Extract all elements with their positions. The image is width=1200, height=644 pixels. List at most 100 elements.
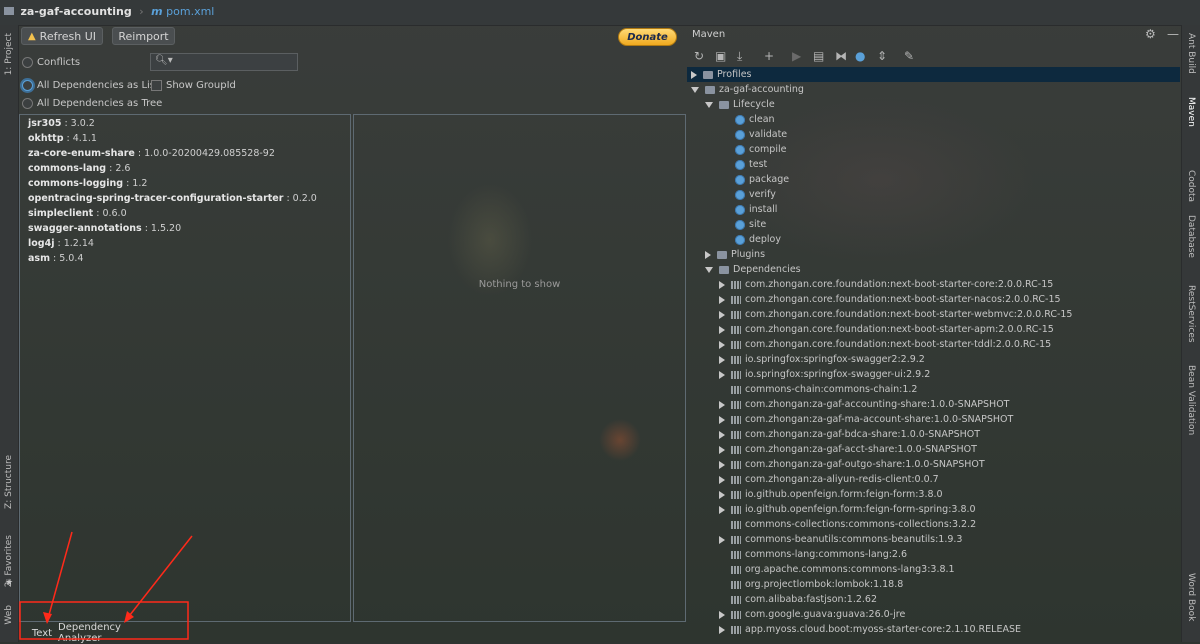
collapsed-arrow-icon[interactable] [719, 340, 725, 349]
collapsed-arrow-icon[interactable] [719, 625, 725, 634]
tree-dependency-item[interactable]: io.springfox:springfox-swagger-ui:2.9.2 [719, 367, 930, 382]
collapsed-arrow-icon[interactable] [719, 505, 725, 514]
tree-dependency-item[interactable]: com.zhongan:za-gaf-accounting-share:1.0.… [719, 397, 1009, 412]
collapsed-arrow-icon[interactable] [719, 445, 725, 454]
tree-dependency-item[interactable]: com.zhongan.core.foundation:next-boot-st… [719, 307, 1072, 322]
tool-word-book[interactable]: Word Book [1186, 573, 1196, 621]
tree-profiles[interactable]: Profiles [691, 67, 752, 82]
library-icon [731, 385, 741, 394]
tree-node-label: clean [749, 114, 775, 125]
tree-node-label: org.projectlombok:lombok:1.18.8 [745, 579, 904, 590]
tree-dependency-item[interactable]: com.zhongan:za-gaf-acct-share:1.0.0-SNAP… [719, 442, 977, 457]
tool-rest-services[interactable]: RestServices [1186, 285, 1196, 343]
folder-icon [719, 265, 729, 274]
collapsed-arrow-icon[interactable] [719, 415, 725, 424]
wrench-icon[interactable]: ✎ [904, 49, 914, 63]
collapsed-arrow-icon[interactable] [719, 400, 725, 409]
collapsed-arrow-icon[interactable] [719, 430, 725, 439]
library-icon [731, 460, 741, 469]
download-icon[interactable]: ⤓ [737, 49, 742, 64]
tool-database[interactable]: Database [1186, 215, 1196, 258]
library-icon [731, 415, 741, 424]
tree-dependency-item[interactable]: com.zhongan.core.foundation:next-boot-st… [719, 277, 1053, 292]
tree-phase-compile[interactable]: compile [723, 142, 786, 157]
reload-icon[interactable]: ↻ [694, 49, 704, 63]
tree-phase-deploy[interactable]: deploy [723, 232, 781, 247]
collapse-icon[interactable]: ⇕ [877, 49, 887, 63]
library-icon [731, 520, 741, 529]
expanded-arrow-icon[interactable] [705, 266, 713, 273]
tree-node-label: commons-collections:commons-collections:… [745, 519, 977, 530]
tree-dependency-item[interactable]: io.github.openfeign.form:feign-form-spri… [719, 502, 976, 517]
tree-dependency-item[interactable]: commons-chain:commons-chain:1.2 [719, 382, 917, 397]
collapsed-arrow-icon[interactable] [719, 535, 725, 544]
tool-codota[interactable]: Codota [1186, 170, 1196, 202]
tool-maven[interactable]: Maven [1186, 97, 1196, 127]
tree-dependencies[interactable]: Dependencies [705, 262, 801, 277]
collapsed-arrow-icon[interactable] [719, 325, 725, 334]
tree-node-label: test [749, 159, 768, 170]
plus-icon[interactable]: + [764, 49, 774, 63]
toggle-offline-icon[interactable]: ⧓ [835, 49, 847, 63]
annotation-arrow-2 [125, 535, 193, 621]
tree-dependency-item[interactable]: com.zhongan.core.foundation:next-boot-st… [719, 322, 1054, 337]
tree-phase-clean[interactable]: clean [723, 112, 775, 127]
tree-phase-site[interactable]: site [723, 217, 766, 232]
tree-dependency-item[interactable]: commons-lang:commons-lang:2.6 [719, 547, 907, 562]
expanded-arrow-icon[interactable] [691, 86, 699, 93]
tree-phase-test[interactable]: test [723, 157, 767, 172]
tree-dependency-item[interactable]: commons-collections:commons-collections:… [719, 517, 976, 532]
collapsed-arrow-icon[interactable] [719, 490, 725, 499]
tree-dependency-item[interactable]: org.apache.commons:commons-lang3:3.8.1 [719, 562, 955, 577]
tree-node-label: deploy [749, 234, 781, 245]
tree-dependency-item[interactable]: com.zhongan.core.foundation:next-boot-st… [719, 292, 1061, 307]
tree-node-label: commons-beanutils:commons-beanutils:1.9.… [745, 534, 963, 545]
tree-node-label: io.github.openfeign.form:feign-form-spri… [745, 504, 976, 515]
tree-dependency-item[interactable]: com.zhongan:za-gaf-ma-account-share:1.0.… [719, 412, 1013, 427]
tree-node-label: com.zhongan.core.foundation:next-boot-st… [745, 324, 1054, 335]
add-folder-icon[interactable]: ▣ [715, 49, 726, 63]
tree-dependency-item[interactable]: commons-beanutils:commons-beanutils:1.9.… [719, 532, 962, 547]
collapsed-arrow-icon[interactable] [719, 355, 725, 364]
maven-tree[interactable]: Profiles za-gaf-accounting Lifecycle clean v… [687, 67, 1180, 642]
collapsed-arrow-icon[interactable] [719, 370, 725, 379]
tree-phase-install[interactable]: install [723, 202, 777, 217]
collapsed-arrow-icon[interactable] [691, 70, 697, 79]
tree-node-label: io.springfox:springfox-swagger2:2.9.2 [745, 354, 925, 365]
collapsed-arrow-icon[interactable] [719, 610, 725, 619]
tree-dependency-item[interactable]: com.zhongan:za-gaf-outgo-share:1.0.0-SNA… [719, 457, 985, 472]
tree-dependency-item[interactable]: com.alibaba:fastjson:1.2.62 [719, 592, 877, 607]
tree-dependency-item[interactable]: com.zhongan.core.foundation:next-boot-st… [719, 337, 1051, 352]
tree-plugins[interactable]: Plugins [705, 247, 765, 262]
tree-phase-validate[interactable]: validate [723, 127, 787, 142]
tree-phase-package[interactable]: package [723, 172, 789, 187]
collapsed-arrow-icon[interactable] [705, 250, 711, 259]
tree-dependency-item[interactable]: com.zhongan:za-gaf-bdca-share:1.0.0-SNAP… [719, 427, 980, 442]
gear-icon[interactable]: ⚙ [1145, 27, 1156, 41]
tree-project[interactable]: za-gaf-accounting [691, 82, 804, 97]
collapsed-arrow-icon[interactable] [719, 475, 725, 484]
tree-dependency-item[interactable]: io.springfox:springfox-swagger2:2.9.2 [719, 352, 925, 367]
tree-dependency-item[interactable]: app.myoss.cloud.boot:myoss-starter-core:… [719, 622, 1021, 637]
minimize-icon[interactable]: — [1167, 27, 1179, 41]
expanded-arrow-icon[interactable] [705, 101, 713, 108]
library-icon [731, 295, 741, 304]
collapsed-arrow-icon[interactable] [719, 295, 725, 304]
tree-node-label: commons-lang:commons-lang:2.6 [745, 549, 908, 560]
tool-ant-build[interactable]: Ant Build [1186, 33, 1196, 74]
tree-phase-verify[interactable]: verify [723, 187, 776, 202]
tree-dependency-item[interactable]: org.projectlombok:lombok:1.18.8 [719, 577, 903, 592]
tool-bean-validation[interactable]: Bean Validation [1186, 365, 1196, 435]
tree-dependency-item[interactable]: com.zhongan:za-aliyun-redis-client:0.0.7 [719, 472, 939, 487]
collapsed-arrow-icon[interactable] [719, 310, 725, 319]
skip-tests-icon[interactable]: ● [855, 49, 865, 63]
collapsed-arrow-icon[interactable] [719, 280, 725, 289]
folder-icon [703, 70, 713, 79]
run-config-icon[interactable]: ▤ [813, 49, 824, 63]
run-icon[interactable]: ▶ [792, 49, 801, 63]
collapsed-arrow-icon[interactable] [719, 460, 725, 469]
tree-dependency-item[interactable]: com.google.guava:guava:26.0-jre [719, 607, 905, 622]
tree-lifecycle[interactable]: Lifecycle [705, 97, 775, 112]
lifecycle-gear-icon [735, 144, 745, 155]
tree-dependency-item[interactable]: io.github.openfeign.form:feign-form:3.8.… [719, 487, 943, 502]
